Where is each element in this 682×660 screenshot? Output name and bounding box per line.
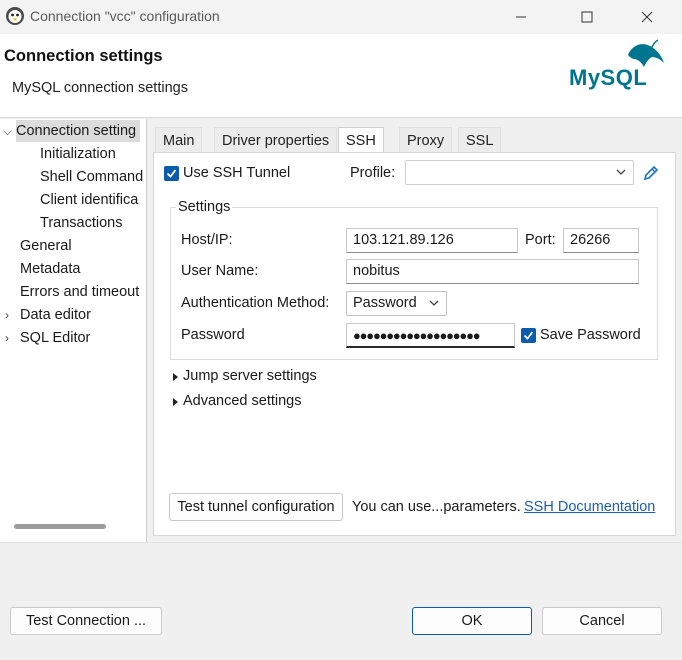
- chevron-down-icon: [429, 300, 439, 306]
- chevron-down-icon[interactable]: ⌵: [3, 120, 12, 142]
- tab-proxy[interactable]: Proxy: [399, 127, 453, 153]
- minimize-icon: [516, 16, 526, 18]
- parameters-hint: You can use...parameters.: [352, 499, 521, 515]
- host-label: Host/IP:: [181, 232, 233, 248]
- header-subtitle: MySQL connection settings: [12, 80, 188, 96]
- maximize-icon: [581, 11, 593, 23]
- password-input[interactable]: ●●●●●●●●●●●●●●●●●●●: [346, 323, 515, 348]
- edit-profile-icon[interactable]: [642, 164, 660, 182]
- mysql-logo-text: MySQL: [569, 65, 648, 90]
- chevron-down-icon: [616, 169, 626, 175]
- user-name-label: User Name:: [181, 263, 259, 279]
- caret-right-icon[interactable]: [172, 397, 180, 407]
- minimize-button[interactable]: [498, 0, 544, 34]
- ok-button[interactable]: OK: [412, 607, 532, 635]
- header-title: Connection settings: [4, 47, 163, 65]
- settings-tree[interactable]: ⌵ Connection setting Initialization Shel…: [0, 119, 147, 542]
- use-ssh-tunnel-label: Use SSH Tunnel: [183, 165, 291, 181]
- tree-item-sql-editor[interactable]: SQL Editor: [20, 327, 90, 349]
- check-icon: [523, 331, 534, 340]
- chevron-right-icon[interactable]: ›: [5, 304, 9, 326]
- tree-item-transactions[interactable]: Transactions: [40, 212, 122, 234]
- port-input[interactable]: 26266: [563, 228, 639, 253]
- tree-item-general[interactable]: General: [20, 235, 72, 257]
- close-icon: [641, 11, 653, 23]
- save-password-checkbox[interactable]: [521, 328, 536, 343]
- tree-item-errors-and-timeouts[interactable]: Errors and timeout: [20, 281, 139, 303]
- cancel-button[interactable]: Cancel: [542, 607, 662, 635]
- use-ssh-tunnel-checkbox[interactable]: [164, 166, 179, 181]
- maximize-button[interactable]: [564, 0, 610, 34]
- profile-label: Profile:: [350, 165, 396, 181]
- tree-item-metadata[interactable]: Metadata: [20, 258, 80, 280]
- window-title: Connection "vcc" configuration: [30, 8, 220, 24]
- test-connection-button[interactable]: Test Connection ...: [10, 607, 162, 635]
- tab-ssl[interactable]: SSL: [458, 127, 502, 153]
- mysql-logo: MySQL: [566, 37, 676, 97]
- user-name-input[interactable]: nobitus: [346, 259, 639, 284]
- test-tunnel-button[interactable]: Test tunnel configuration: [169, 493, 343, 521]
- tree-horizontal-scrollbar[interactable]: [14, 524, 106, 529]
- auth-method-select[interactable]: Password: [346, 291, 447, 316]
- tab-bar: Main Driver properties SSH Proxy SSL: [155, 127, 517, 154]
- tab-ssh[interactable]: SSH: [338, 127, 384, 154]
- tree-item-connection-settings[interactable]: Connection setting: [16, 120, 141, 142]
- port-label: Port:: [525, 232, 556, 248]
- check-icon: [166, 169, 177, 178]
- dbeaver-app-icon: [6, 7, 24, 25]
- dialog-footer: [0, 542, 682, 660]
- tab-driver-properties[interactable]: Driver properties: [214, 127, 338, 153]
- tree-item-shell-command[interactable]: Shell Command: [40, 166, 143, 188]
- password-label: Password: [181, 327, 245, 343]
- tree-item-data-editor[interactable]: Data editor: [20, 304, 91, 326]
- auth-method-label: Authentication Method:: [181, 295, 330, 311]
- tab-main[interactable]: Main: [155, 127, 203, 153]
- jump-server-settings-toggle[interactable]: Jump server settings: [183, 368, 317, 384]
- chevron-right-icon[interactable]: ›: [5, 327, 9, 349]
- tree-item-initialization[interactable]: Initialization: [40, 143, 116, 165]
- close-button[interactable]: [624, 0, 670, 34]
- profile-select[interactable]: [405, 160, 634, 185]
- tree-item-client-identification[interactable]: Client identifica: [40, 189, 138, 211]
- advanced-settings-toggle[interactable]: Advanced settings: [183, 393, 302, 409]
- caret-right-icon[interactable]: [172, 372, 180, 382]
- ssh-documentation-link[interactable]: SSH Documentation: [524, 499, 655, 515]
- host-input[interactable]: 103.121.89.126: [346, 228, 518, 253]
- save-password-label: Save Password: [540, 327, 641, 343]
- dialog-header: Connection settings MySQL connection set…: [0, 34, 682, 118]
- auth-method-value: Password: [353, 295, 417, 311]
- title-bar: Connection "vcc" configuration: [0, 0, 682, 34]
- settings-group-title: Settings: [176, 199, 233, 215]
